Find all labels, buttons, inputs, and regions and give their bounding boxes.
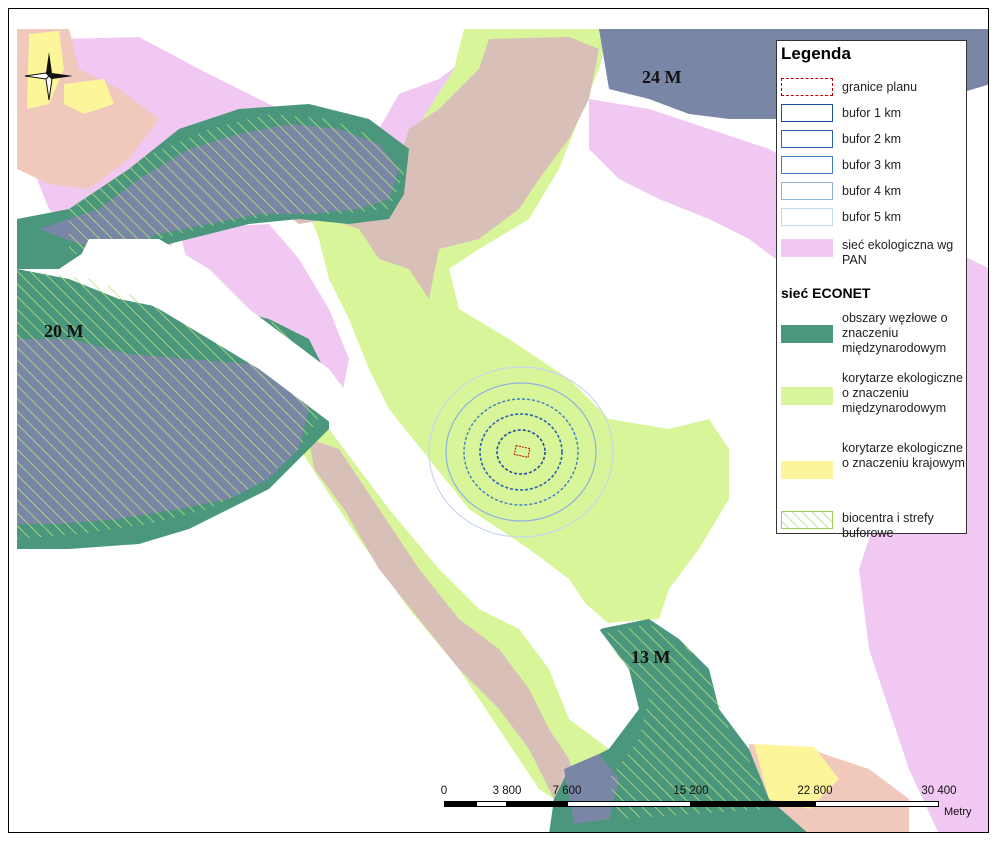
legend-label: bufor 1 km [842,106,902,120]
node-area-swatch [781,325,833,343]
zone-label-13m: 13 M [631,647,671,667]
international-corridor-swatch [781,387,833,405]
scale-segment [476,801,507,807]
zone-label-24m: 24 M [642,67,682,87]
legend-label: obszary węzłowe o znaczeniu międzynarodo… [842,311,948,355]
legend-title: Legenda [781,44,851,63]
scale-bar: 0 3 800 7 600 15 200 22 800 30 400 Metry [439,785,988,832]
plan-boundary-swatch [781,78,833,96]
scale-segment [691,801,815,807]
legend-label: biocentra i strefy buforowe [842,511,934,540]
buffer-4km-swatch [781,182,833,200]
legend-label: bufor 3 km [842,158,902,172]
scale-tick-label: 3 800 [492,785,522,797]
legend-label: granice planu [842,80,918,94]
buffer-3km-swatch [781,156,833,174]
scale-segment [815,801,939,807]
legend-label: bufor 4 km [842,184,902,198]
biocentre-swatch [781,511,833,529]
scale-tick-label: 7 600 [552,785,582,797]
pan-network-swatch [781,239,833,257]
buffer-1km-swatch [781,104,833,122]
buffer-5km-swatch [781,208,833,226]
zone-label-20m: 20 M [44,321,84,341]
hatch-pattern-icon [782,512,832,528]
legend-label: bufor 5 km [842,210,902,224]
legend-label: sieć ekologiczna wg PAN [842,238,954,267]
national-corridor-swatch [781,461,833,479]
compass-rose-icon [24,52,73,101]
scale-segment [567,801,691,807]
legend-label: korytarze ekologiczne o znaczeniu krajow… [842,441,965,470]
scale-tick-label: 15 200 [673,785,709,797]
legend-econet-title: sieć ECONET [781,285,871,301]
scale-tick-label: 0 [440,785,448,797]
map-legend: Legenda granice planu bufor 1 km bufor 2… [776,40,967,540]
scale-segment [444,801,476,807]
scale-unit: Metry [944,806,972,818]
scale-segment [507,801,567,807]
scale-tick-label: 22 800 [797,785,833,797]
scale-tick-label: 30 400 [921,785,957,797]
buffer-2km-swatch [781,130,833,148]
legend-label: korytarze ekologiczne o znaczeniu między… [842,371,963,415]
legend-label: bufor 2 km [842,132,902,146]
map-frame: 24 M 20 M 13 M Legenda granice planu buf… [8,8,989,833]
